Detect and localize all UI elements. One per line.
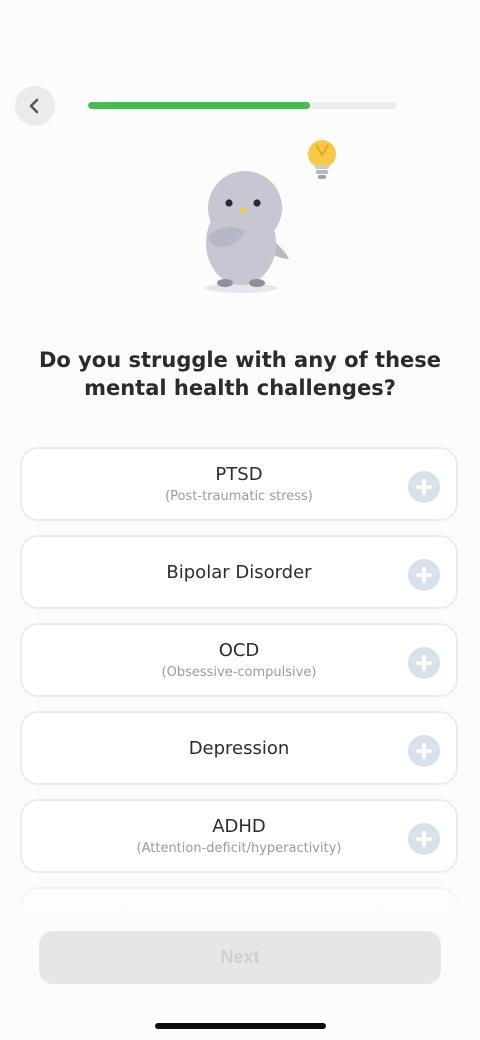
chevron-left-icon	[29, 98, 39, 114]
plus-icon[interactable]	[408, 559, 440, 591]
option-title: Bipolar Disorder	[166, 561, 312, 583]
option-subtitle: (Obsessive-compulsive)	[161, 664, 317, 680]
option-depression[interactable]: Depression	[20, 711, 458, 785]
option-title: Depression	[188, 737, 290, 759]
option-ptsd[interactable]: PTSD (Post-traumatic stress)	[20, 447, 458, 521]
plus-icon[interactable]	[408, 735, 440, 767]
plus-icon[interactable]	[408, 471, 440, 503]
option-title: ADHD	[212, 815, 266, 837]
option-subtitle: (Attention-deficit/hyperactivity)	[136, 840, 342, 856]
plus-icon[interactable]	[408, 823, 440, 855]
next-button[interactable]: Next	[39, 931, 441, 984]
options-list[interactable]: PTSD (Post-traumatic stress) Bipolar Dis…	[0, 440, 480, 910]
option-subtitle: (Post-traumatic stress)	[165, 488, 313, 504]
question-heading: Do you struggle with any of these mental…	[30, 346, 450, 402]
option-ocd[interactable]: OCD (Obsessive-compulsive)	[20, 623, 458, 697]
lightbulb-icon	[308, 140, 336, 179]
back-button[interactable]	[15, 86, 55, 126]
option-title: OCD	[218, 639, 260, 661]
option-title: PTSD	[215, 463, 263, 485]
penguin-icon	[205, 171, 289, 293]
home-indicator	[155, 1023, 326, 1029]
progress-fill	[88, 102, 311, 109]
question-line-1: Do you struggle with any of these	[38, 348, 442, 372]
list-fade-overlay	[0, 870, 480, 915]
progress-bar	[88, 102, 397, 109]
option-bipolar-disorder[interactable]: Bipolar Disorder	[20, 535, 458, 609]
penguin-mascot-illustration	[205, 140, 336, 293]
question-line-2: mental health challenges?	[84, 376, 396, 400]
option-adhd[interactable]: ADHD (Attention-deficit/hyperactivity)	[20, 799, 458, 873]
plus-icon[interactable]	[408, 647, 440, 679]
